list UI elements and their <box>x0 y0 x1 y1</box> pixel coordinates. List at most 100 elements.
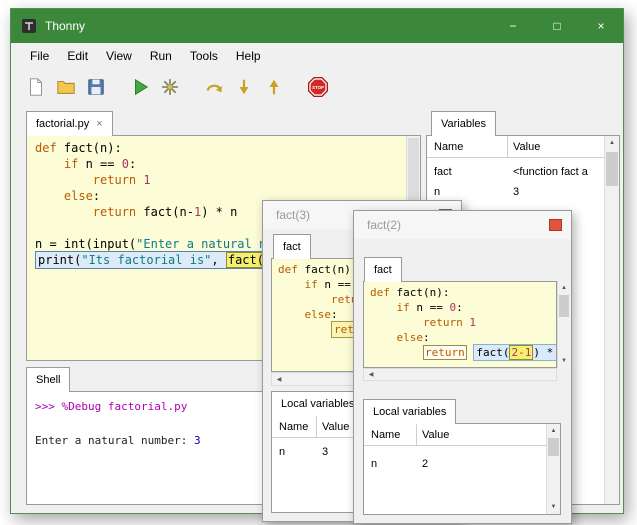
shell-tab-label: Shell <box>36 374 60 386</box>
menu-help[interactable]: Help <box>227 45 270 67</box>
variable-value: <function fact a <box>513 166 588 178</box>
frame2-titlebar[interactable]: fact(2) <box>354 211 571 239</box>
minimize-button[interactable]: − <box>491 9 535 43</box>
new-file-button[interactable] <box>21 72 51 102</box>
variable-value: 2 <box>422 458 428 470</box>
run-icon <box>130 77 150 97</box>
svg-text:STOP: STOP <box>312 85 324 90</box>
step-over-icon <box>204 77 224 97</box>
column-divider <box>507 136 508 157</box>
scroll-down-arrow[interactable]: ▼ <box>558 354 570 368</box>
editor-tab-label: factorial.py <box>36 118 89 130</box>
variable-name: n <box>434 186 440 198</box>
frame2-title: fact(2) <box>367 218 401 232</box>
code-line: return 1 <box>370 315 556 330</box>
step-out-button[interactable] <box>259 72 289 102</box>
scrollbar-thumb[interactable] <box>548 438 559 456</box>
code-line: else: <box>370 330 556 345</box>
column-header-name: Name <box>434 141 463 153</box>
variable-name: n <box>371 458 377 470</box>
variable-row-n[interactable]: n 3 <box>427 182 604 202</box>
scrollbar-thumb[interactable] <box>606 152 618 186</box>
save-file-icon <box>86 77 106 97</box>
scroll-left-arrow[interactable]: ◀ <box>272 373 286 385</box>
step-into-button[interactable] <box>229 72 259 102</box>
window-title: Thonny <box>45 19 85 33</box>
code-line: def fact(n): <box>35 140 420 156</box>
menu-edit[interactable]: Edit <box>58 45 97 67</box>
code-line: def fact(n): <box>370 285 556 300</box>
scroll-left-arrow[interactable]: ◀ <box>364 369 378 380</box>
column-divider <box>316 416 317 437</box>
code-line: return fact(2-1) * n <box>370 345 556 360</box>
frame2-code-pane: def fact(n): if n == 0: return 1 else: r… <box>363 281 557 368</box>
scroll-down-arrow[interactable]: ▼ <box>547 500 560 514</box>
column-header-value: Value <box>513 141 540 153</box>
frame3-title: fact(3) <box>276 208 310 222</box>
frame2-locals-scrollbar[interactable]: ▲ ▼ <box>546 424 560 514</box>
code-line: return 1 <box>35 172 420 188</box>
thonny-logo-icon <box>21 18 37 34</box>
scroll-up-arrow[interactable]: ▲ <box>605 136 619 150</box>
menu-view[interactable]: View <box>97 45 141 67</box>
maximize-button[interactable]: □ <box>535 9 579 43</box>
stop-button[interactable]: STOP <box>303 72 333 102</box>
save-file-button[interactable] <box>81 72 111 102</box>
variable-name: fact <box>434 166 452 178</box>
frame-window-fact2: fact(2) fact def fact(n): if n == 0: ret… <box>353 210 572 524</box>
variable-row-fact[interactable]: fact <function fact a <box>427 162 604 182</box>
frame2-table-header: Name Value <box>364 424 546 446</box>
column-divider <box>416 424 417 445</box>
frame3-tab-fact[interactable]: fact <box>273 234 311 259</box>
frame2-close-button[interactable] <box>549 219 562 231</box>
menu-run[interactable]: Run <box>141 45 181 67</box>
titlebar[interactable]: Thonny − □ × <box>11 9 623 43</box>
scrollbar-thumb[interactable] <box>559 295 569 317</box>
frame2-locals-label: Local variables <box>373 406 446 418</box>
code-line: if n == 0: <box>370 300 556 315</box>
variable-value: 3 <box>513 186 519 198</box>
menu-file[interactable]: File <box>21 45 58 67</box>
tab-close-icon[interactable]: × <box>96 118 102 130</box>
open-file-button[interactable] <box>51 72 81 102</box>
debug-button[interactable] <box>155 72 185 102</box>
new-file-icon <box>26 77 46 97</box>
debug-icon <box>160 77 180 97</box>
step-into-icon <box>234 77 254 97</box>
column-header-name: Name <box>371 429 400 441</box>
variable-name: n <box>279 446 285 458</box>
column-header-value: Value <box>322 421 349 433</box>
scroll-up-arrow[interactable]: ▲ <box>558 281 570 295</box>
column-header-name: Name <box>279 421 308 433</box>
frame2-v-scrollbar[interactable]: ▲ ▼ <box>557 281 570 368</box>
tab-factorial-py[interactable]: factorial.py × <box>26 111 113 136</box>
stop-icon: STOP <box>307 76 329 98</box>
variable-value: 3 <box>322 446 328 458</box>
frame2-code[interactable]: def fact(n): if n == 0: return 1 else: r… <box>364 282 556 360</box>
frame3-local-variables-tab[interactable]: Local variables <box>271 391 364 416</box>
frame2-tab-fact[interactable]: fact <box>364 257 402 282</box>
frame2-tab-label: fact <box>374 264 392 276</box>
column-header-value: Value <box>422 429 449 441</box>
menubar: File Edit View Run Tools Help <box>11 43 623 69</box>
variables-table-header: Name Value <box>427 136 604 158</box>
tab-shell[interactable]: Shell <box>26 367 70 392</box>
run-button[interactable] <box>125 72 155 102</box>
close-button[interactable]: × <box>579 9 623 43</box>
step-out-icon <box>264 77 284 97</box>
menu-tools[interactable]: Tools <box>181 45 227 67</box>
frame2-h-scrollbar[interactable]: ◀ <box>363 368 557 381</box>
frame3-tab-label: fact <box>283 241 301 253</box>
local-variable-row-n[interactable]: n 2 <box>364 454 546 474</box>
toolbar: STOP <box>11 69 623 105</box>
desktop: Thonny − □ × File Edit View Run Tools He… <box>0 0 637 525</box>
step-over-button[interactable] <box>199 72 229 102</box>
scroll-up-arrow[interactable]: ▲ <box>547 424 560 438</box>
frame3-locals-label: Local variables <box>281 398 354 410</box>
code-line: if n == 0: <box>35 156 420 172</box>
frame2-locals-table: Name Value n 2 ▲ ▼ <box>363 423 561 515</box>
variables-tab-label: Variables <box>441 118 486 130</box>
tab-variables[interactable]: Variables <box>431 111 496 136</box>
frame2-local-variables-tab[interactable]: Local variables <box>363 399 456 424</box>
variables-scrollbar[interactable]: ▲ <box>604 136 619 504</box>
